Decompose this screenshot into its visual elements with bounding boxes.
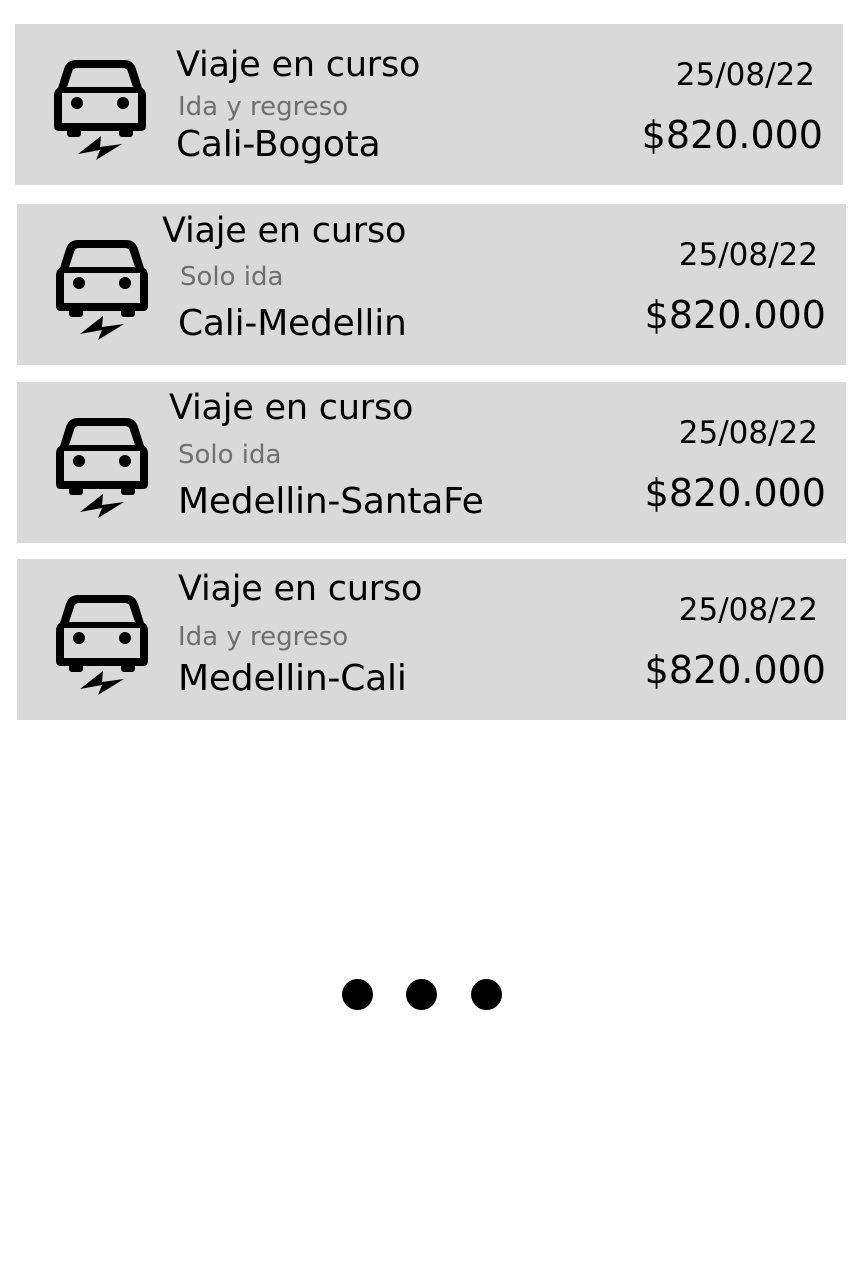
trip-route: Medellin-SantaFe: [178, 481, 484, 522]
more-dots-icon[interactable]: [340, 976, 506, 1012]
trip-status: Viaje en curso: [178, 569, 423, 609]
trip-type: Ida y regreso: [178, 622, 349, 652]
trip-status: Viaje en curso: [176, 45, 421, 85]
trip-type: Solo ida: [180, 262, 284, 292]
electric-car-icon: [54, 56, 146, 164]
electric-car-icon: [56, 591, 148, 699]
trip-type: Solo ida: [178, 440, 282, 470]
trip-price: $820.000: [644, 471, 826, 515]
trip-date: 25/08/22: [678, 415, 818, 451]
electric-car-icon: [56, 414, 148, 522]
dot: [342, 979, 373, 1010]
trip-price: $820.000: [641, 113, 823, 157]
trip-date: 25/08/22: [678, 237, 818, 273]
trip-status: Viaje en curso: [169, 388, 414, 428]
trip-status: Viaje en curso: [162, 211, 407, 251]
trip-price: $820.000: [644, 293, 826, 337]
trip-card[interactable]: Viaje en curso Solo ida Cali-Medellin 25…: [17, 204, 846, 365]
trip-price: $820.000: [644, 648, 826, 692]
electric-car-icon: [56, 236, 148, 344]
dot: [471, 979, 502, 1010]
trip-card[interactable]: Viaje en curso Solo ida Medellin-SantaFe…: [17, 382, 846, 543]
trip-type: Ida y regreso: [178, 92, 349, 122]
dot: [406, 979, 437, 1010]
trip-date: 25/08/22: [675, 57, 815, 93]
trip-card[interactable]: Viaje en curso Ida y regreso Medellin-Ca…: [17, 559, 846, 720]
trip-route: Cali-Medellin: [178, 303, 407, 344]
trip-date: 25/08/22: [678, 592, 818, 628]
trip-route: Cali-Bogota: [176, 124, 381, 165]
trip-card[interactable]: Viaje en curso Ida y regreso Cali-Bogota…: [15, 24, 843, 185]
trip-route: Medellin-Cali: [178, 658, 407, 699]
